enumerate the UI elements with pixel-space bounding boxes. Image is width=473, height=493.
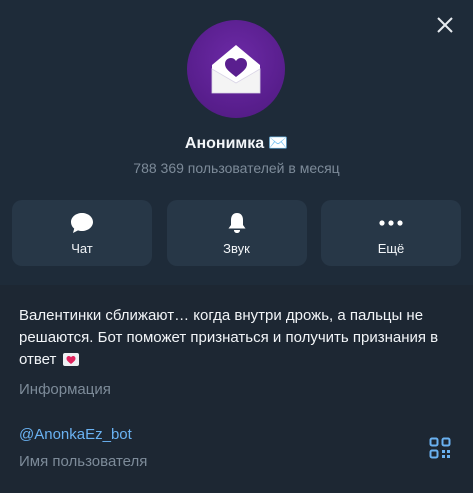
- description-caption: Информация: [19, 381, 111, 398]
- love-letter-emoji: [62, 353, 79, 366]
- profile-header: Анонимка ✉️ 788 369 пользователей в месяц…: [0, 0, 473, 285]
- more-button-label: Ещё: [377, 240, 405, 256]
- bot-description-text: Валентинки сближают… когда внутри дрожь,…: [19, 307, 439, 368]
- bot-description[interactable]: Валентинки сближают… когда внутри дрожь,…: [19, 305, 449, 371]
- info-section: Валентинки сближают… когда внутри дрожь,…: [0, 285, 473, 493]
- bell-icon: [227, 211, 247, 235]
- profile-name-text: Анонимка: [184, 135, 265, 152]
- chat-button[interactable]: Чат: [12, 200, 152, 266]
- chat-bubble-icon: [70, 211, 94, 235]
- action-buttons: Чат Звук Ещё: [12, 200, 461, 266]
- profile-subtitle: 788 369 пользователей в месяц: [133, 160, 340, 176]
- envelope-emoji: ✉️: [268, 135, 289, 152]
- profile-name: Анонимка ✉️: [0, 133, 473, 153]
- more-button[interactable]: Ещё: [321, 200, 461, 266]
- close-icon[interactable]: [434, 14, 456, 36]
- sound-button-label: Звук: [223, 240, 250, 256]
- username-caption: Имя пользователя: [19, 453, 148, 470]
- envelope-heart-icon: [211, 45, 261, 94]
- qr-code-icon[interactable]: [429, 437, 451, 459]
- sound-button[interactable]: Звук: [166, 200, 307, 266]
- username-link[interactable]: @AnonkaEz_bot: [19, 426, 132, 443]
- chat-button-label: Чат: [71, 240, 93, 256]
- more-dots-icon: [379, 211, 403, 235]
- avatar[interactable]: [187, 20, 285, 118]
